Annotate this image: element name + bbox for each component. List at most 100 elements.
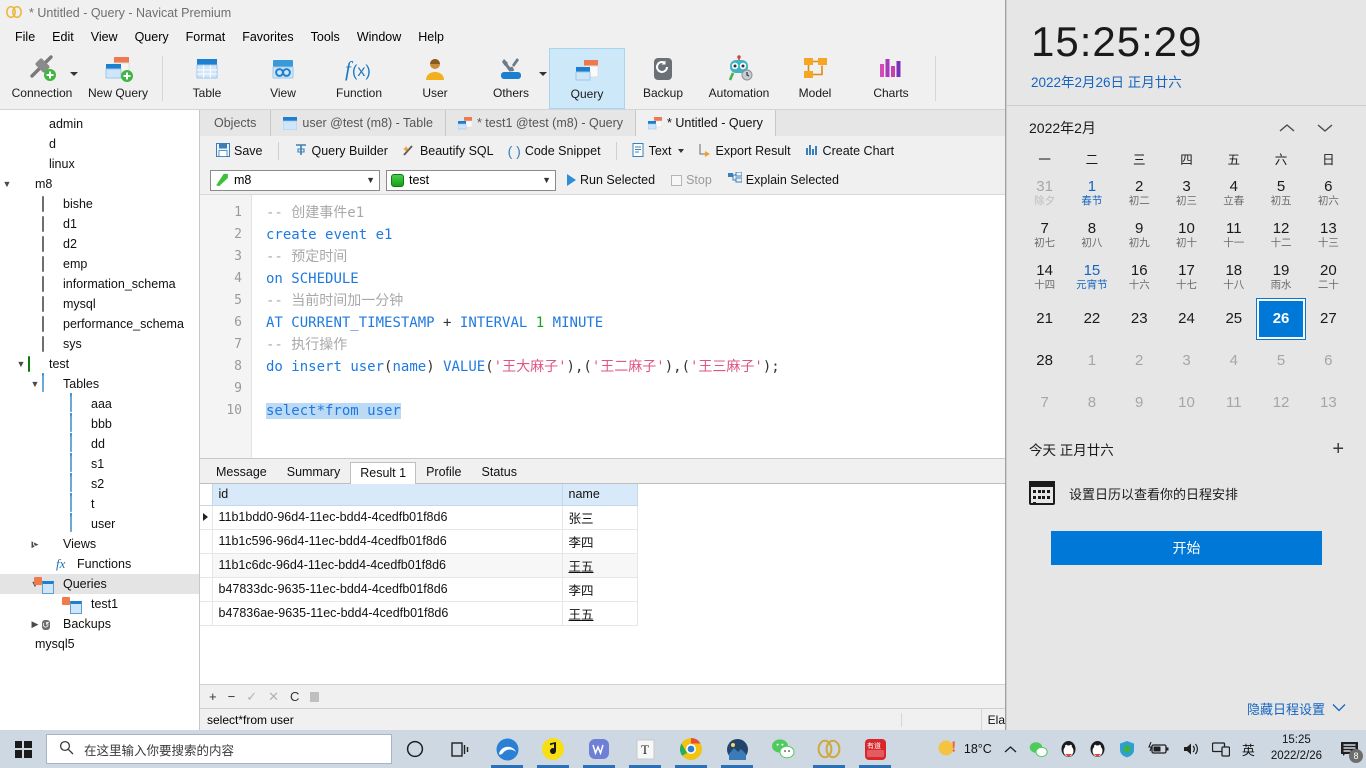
tree-item-information-schema[interactable]: information_schema bbox=[0, 274, 199, 294]
calendar-day[interactable]: 2 bbox=[1116, 341, 1163, 381]
calendar-day[interactable]: 13 bbox=[1305, 383, 1352, 423]
tree-item-emp[interactable]: emp bbox=[0, 254, 199, 274]
run-selected-button[interactable]: Run Selected bbox=[562, 170, 660, 190]
calendar-day[interactable]: 6初六 bbox=[1305, 173, 1352, 213]
task-view-icon[interactable] bbox=[438, 730, 484, 768]
menu-tools[interactable]: Tools bbox=[303, 27, 348, 47]
taskbar-clock[interactable]: 15:25 2022/2/26 bbox=[1261, 733, 1332, 764]
calendar-day[interactable]: 23 bbox=[1116, 299, 1163, 339]
toolbar-others-button[interactable]: Others bbox=[473, 48, 549, 109]
youdao-icon[interactable]: 有道 bbox=[852, 730, 898, 768]
tree-item-performance-schema[interactable]: performance_schema bbox=[0, 314, 199, 334]
calendar-day[interactable]: 27 bbox=[1305, 299, 1352, 339]
calendar-day[interactable]: 10 bbox=[1163, 383, 1210, 423]
wechat-icon[interactable] bbox=[760, 730, 806, 768]
calendar-day[interactable]: 15元宵节 bbox=[1068, 257, 1115, 297]
code-line[interactable]: -- 创建事件e1 bbox=[266, 202, 1005, 224]
stop-loading-button[interactable] bbox=[310, 692, 319, 702]
cell-name[interactable]: 李四 bbox=[562, 529, 637, 553]
calendar-day[interactable]: 2初二 bbox=[1116, 173, 1163, 213]
text-view-button[interactable]: Text bbox=[626, 140, 690, 163]
calendar-day[interactable]: 22 bbox=[1068, 299, 1115, 339]
calendar-day[interactable]: 9初九 bbox=[1116, 215, 1163, 255]
table-row[interactable]: b47836ae-9635-11ec-bdd4-4cedfb01f8d6王五 bbox=[200, 601, 637, 625]
qq-music-icon[interactable] bbox=[530, 730, 576, 768]
calendar-day[interactable]: 4立春 bbox=[1210, 173, 1257, 213]
calendar-day[interactable]: 8初八 bbox=[1068, 215, 1115, 255]
result-grid-wrapper[interactable]: id name 11b1bdd0-96d4-11ec-bdd4-4cedfb01… bbox=[200, 484, 1005, 684]
toolbar-function-button[interactable]: f (x) Function bbox=[321, 48, 397, 109]
tree-item-mysql[interactable]: mysql bbox=[0, 294, 199, 314]
menu-help[interactable]: Help bbox=[410, 27, 452, 47]
cell-name[interactable]: 张三 bbox=[562, 505, 637, 529]
calendar-day[interactable]: 16十六 bbox=[1116, 257, 1163, 297]
show-hidden-icons-button[interactable] bbox=[998, 730, 1023, 768]
calendar-day[interactable]: 12 bbox=[1257, 383, 1304, 423]
calendar-day[interactable]: 21 bbox=[1021, 299, 1068, 339]
calendar-day[interactable]: 7初七 bbox=[1021, 215, 1068, 255]
toolbar-table-button[interactable]: Table bbox=[169, 48, 245, 109]
tree-item-tables[interactable]: ▼Tables bbox=[0, 374, 199, 394]
typora-icon[interactable]: T bbox=[622, 730, 668, 768]
database-select[interactable]: test ▼ bbox=[386, 170, 556, 191]
result-tab-message[interactable]: Message bbox=[206, 461, 277, 483]
code-line[interactable]: do insert user(name) VALUE('王大麻子'),('王二麻… bbox=[266, 356, 1005, 378]
cell-name[interactable]: 李四 bbox=[562, 577, 637, 601]
photos-icon[interactable] bbox=[714, 730, 760, 768]
calendar-day[interactable]: 12十二 bbox=[1257, 215, 1304, 255]
edge-icon[interactable] bbox=[484, 730, 530, 768]
connection-select[interactable]: m8 ▼ bbox=[210, 170, 380, 191]
notification-center-button[interactable]: 8 bbox=[1332, 730, 1366, 768]
code-snippet-button[interactable]: ( ) Code Snippet bbox=[502, 141, 607, 161]
table-row[interactable]: 11b1bdd0-96d4-11ec-bdd4-4cedfb01f8d6张三 bbox=[200, 505, 637, 529]
battery-icon[interactable] bbox=[1142, 730, 1176, 768]
chevron-down-icon[interactable]: ▼ bbox=[0, 179, 14, 189]
stop-button[interactable]: Stop bbox=[666, 170, 717, 190]
calendar-day[interactable]: 1 bbox=[1068, 341, 1115, 381]
tree-item-s2[interactable]: s2 bbox=[0, 474, 199, 494]
row-marker[interactable] bbox=[200, 577, 212, 601]
cell-id[interactable]: 11b1c6dc-96d4-11ec-bdd4-4cedfb01f8d6 bbox=[212, 553, 562, 577]
create-chart-button[interactable]: Create Chart bbox=[799, 140, 901, 163]
cell-id[interactable]: 11b1c596-96d4-11ec-bdd4-4cedfb01f8d6 bbox=[212, 529, 562, 553]
menu-query[interactable]: Query bbox=[127, 27, 177, 47]
tree-item-mysql5[interactable]: mysql5 bbox=[0, 634, 199, 654]
navicat-icon[interactable] bbox=[806, 730, 852, 768]
ime-indicator[interactable]: 英 bbox=[1236, 730, 1261, 768]
volume-icon[interactable] bbox=[1176, 730, 1206, 768]
weather-widget[interactable]: 18°C bbox=[931, 730, 998, 768]
tray-wechat-icon[interactable] bbox=[1023, 730, 1054, 768]
save-button[interactable]: Save bbox=[210, 140, 269, 163]
calendar-day[interactable]: 14十四 bbox=[1021, 257, 1068, 297]
toolbar-new-query-button[interactable]: New Query bbox=[80, 48, 156, 109]
chevron-down-icon[interactable] bbox=[539, 72, 547, 76]
tree-item-d1[interactable]: d1 bbox=[0, 214, 199, 234]
chevron-down-icon[interactable] bbox=[70, 72, 78, 76]
table-row[interactable]: b47833dc-9635-11ec-bdd4-4cedfb01f8d6李四 bbox=[200, 577, 637, 601]
toolbar-connection-button[interactable]: Connection bbox=[4, 48, 80, 109]
menu-window[interactable]: Window bbox=[349, 27, 409, 47]
tab-test1-query[interactable]: * test1 @test (m8) - Query bbox=[446, 110, 636, 136]
refresh-button[interactable]: C bbox=[290, 690, 299, 703]
chevron-down-icon[interactable] bbox=[1332, 703, 1346, 715]
toolbar-automation-button[interactable]: Automation bbox=[701, 48, 777, 109]
tree-item-test1[interactable]: test1 bbox=[0, 594, 199, 614]
row-marker[interactable] bbox=[200, 601, 212, 625]
chevron-right-icon[interactable]: ▶ bbox=[28, 619, 42, 630]
code-line[interactable]: -- 预定时间 bbox=[266, 246, 1005, 268]
tree-item-t[interactable]: t bbox=[0, 494, 199, 514]
explain-selected-button[interactable]: Explain Selected bbox=[723, 169, 844, 191]
calendar-day[interactable]: 5初五 bbox=[1257, 173, 1304, 213]
code-line[interactable]: AT CURRENT_TIMESTAMP + INTERVAL 1 MINUTE bbox=[266, 312, 1005, 334]
tree-item-bbb[interactable]: bbb bbox=[0, 414, 199, 434]
calendar-day[interactable]: 8 bbox=[1068, 383, 1115, 423]
calendar-month-title[interactable]: 2022年2月 bbox=[1029, 118, 1268, 138]
flyout-clock-date[interactable]: 2022年2月26日 正月廿六 bbox=[1031, 71, 1342, 91]
menu-edit[interactable]: Edit bbox=[44, 27, 82, 47]
cell-id[interactable]: b47833dc-9635-11ec-bdd4-4cedfb01f8d6 bbox=[212, 577, 562, 601]
tray-security-icon[interactable] bbox=[1112, 730, 1142, 768]
code-line[interactable]: select*from user bbox=[266, 400, 1005, 422]
calendar-day[interactable]: 3初三 bbox=[1163, 173, 1210, 213]
apply-change-button[interactable]: ✓ bbox=[246, 690, 257, 703]
remove-record-button[interactable]: − bbox=[228, 690, 236, 703]
